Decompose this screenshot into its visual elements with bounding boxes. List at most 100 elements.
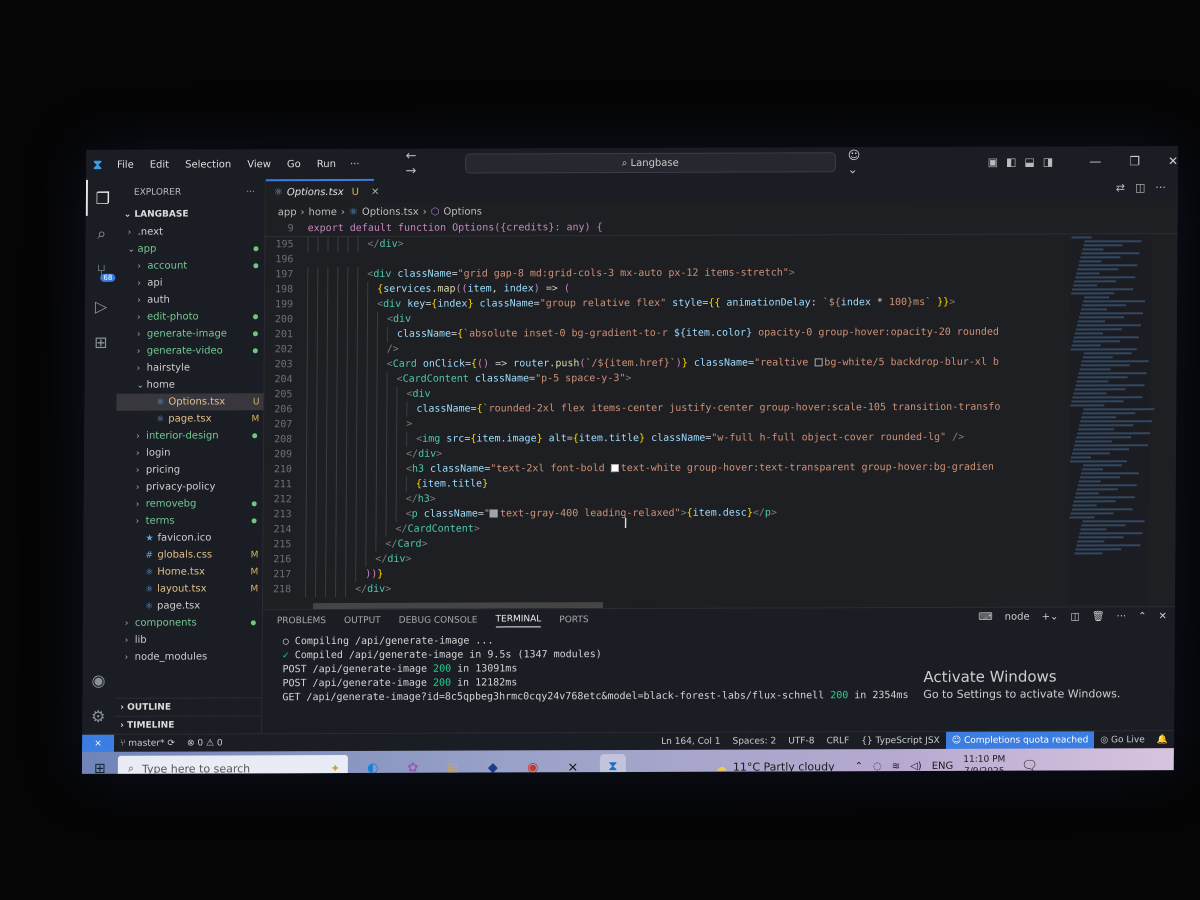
search-icon[interactable]: ⌕ — [85, 216, 117, 252]
maximize-panel-icon[interactable]: ⌃ — [1138, 611, 1146, 622]
tree-folder[interactable]: › auth — [117, 291, 264, 309]
close-panel-icon[interactable]: ✕ — [1158, 611, 1166, 622]
file-explorer-icon[interactable]: ▤ — [440, 755, 466, 774]
copilot-icon[interactable]: ☺⌄ — [848, 148, 868, 176]
tree-file[interactable]: # globals.css M — [115, 546, 262, 564]
network-icon[interactable]: ◌ — [873, 761, 882, 772]
tree-file[interactable]: ⚛ Home.tsx M — [115, 563, 262, 581]
problems-status[interactable]: ⊗ 0 ⚠ 0 — [181, 738, 229, 748]
tree-folder[interactable]: › api — [117, 274, 264, 292]
explorer-icon[interactable]: ❐ — [85, 179, 118, 216]
extensions-icon[interactable]: ⊞ — [85, 324, 117, 360]
tree-folder[interactable]: › edit-photo — [117, 308, 264, 326]
timeline-section[interactable]: › TIMELINE — [114, 715, 262, 734]
menu-run[interactable]: Run — [309, 158, 344, 170]
toggle-sidebar-icon[interactable]: ◧ — [1006, 155, 1016, 168]
vscode-taskbar-icon[interactable]: ⧗ — [599, 754, 626, 774]
weather-widget[interactable]: ☁ 11°C Partly cloudy — [716, 760, 835, 773]
workspace-section[interactable]: ⌄ LANGBASE — [118, 205, 265, 224]
tree-folder[interactable]: › privacy-policy — [116, 478, 263, 496]
outline-section[interactable]: › OUTLINE — [114, 697, 262, 716]
more-icon[interactable]: ··· — [1117, 611, 1127, 622]
breadcrumb-file[interactable]: Options.tsx — [362, 206, 419, 217]
taskbar-search[interactable]: ⌕ Type here to search ✦ — [117, 754, 348, 774]
command-center-search[interactable]: ⌕ Langbase — [464, 152, 836, 174]
tree-folder[interactable]: › hairstyle — [117, 359, 264, 377]
notification-center-icon[interactable]: 🗨 — [1021, 758, 1038, 773]
tree-file[interactable]: ⚛ layout.tsx M — [115, 580, 262, 598]
tree-folder[interactable]: › .next — [118, 223, 265, 241]
tree-file[interactable]: ⚛ Options.tsx U — [116, 393, 264, 411]
tree-folder[interactable]: › generate-image — [117, 325, 264, 343]
copilot-quota-status[interactable]: ☺ Completions quota reached — [945, 730, 1095, 750]
close-tab-icon[interactable]: ✕ — [371, 186, 379, 197]
code-view[interactable]: 195 </div> 196 197 <div className="grid gap-… — [263, 234, 1177, 598]
menu-go[interactable]: Go — [279, 159, 309, 170]
tab-output[interactable]: OUTPUT — [344, 616, 381, 626]
chrome-icon[interactable]: ◉ — [520, 754, 546, 774]
remote-icon[interactable]: ⨯ — [81, 734, 115, 753]
menu-more[interactable]: ··· — [344, 158, 366, 169]
tree-folder[interactable]: › removebg — [116, 495, 263, 513]
tree-folder[interactable]: › components — [115, 614, 262, 632]
indentation[interactable]: Spaces: 2 — [726, 736, 782, 746]
menu-file[interactable]: File — [109, 159, 142, 170]
restore-icon[interactable]: ❐ — [1129, 154, 1140, 168]
tree-folder[interactable]: › pricing — [116, 461, 263, 479]
edge-icon[interactable]: ◐ — [360, 755, 386, 774]
tree-file[interactable]: ⚛ page.tsx M — [116, 410, 263, 428]
breadcrumb-app[interactable]: app — [278, 207, 297, 218]
tree-folder[interactable]: › account — [117, 257, 264, 275]
line-endings[interactable]: CRLF — [820, 736, 855, 746]
toggle-secondary-sidebar-icon[interactable]: ◨ — [1043, 155, 1053, 168]
clock[interactable]: 11:10 PM 7/9/2025 — [963, 754, 1005, 774]
tab-terminal[interactable]: TERMINAL — [495, 613, 542, 627]
tree-folder[interactable]: › login — [116, 444, 263, 462]
menu-selection[interactable]: Selection — [177, 159, 239, 170]
tree-folder[interactable]: › interior-design — [116, 427, 263, 445]
language-indicator[interactable]: ENG — [932, 760, 954, 771]
menu-view[interactable]: View — [239, 159, 279, 170]
tree-folder[interactable]: › node_modules — [115, 648, 262, 666]
tree-file[interactable]: ★ favicon.ico — [115, 529, 262, 547]
copilot-app-icon[interactable]: ✿ — [400, 755, 426, 774]
language-mode[interactable]: {} TypeScript JSX — [855, 735, 946, 745]
tree-folder[interactable]: › terms — [116, 512, 263, 530]
open-changes-icon[interactable]: ⇄ — [1116, 181, 1125, 194]
go-live-button[interactable]: ◎ Go Live — [1094, 735, 1151, 745]
split-terminal-icon[interactable]: ◫ — [1070, 611, 1080, 622]
explorer-more-icon[interactable]: ··· — [246, 187, 255, 197]
tree-folder[interactable]: ⌄ app — [117, 240, 264, 258]
settings-gear-icon[interactable]: ⚙ — [82, 698, 114, 734]
tree-folder[interactable]: ⌄ home — [116, 376, 263, 394]
encoding[interactable]: UTF-8 — [782, 736, 820, 746]
notifications-bell-icon[interactable]: 🔔 — [1151, 735, 1174, 745]
capcut-icon[interactable]: ⨯ — [560, 754, 586, 774]
menu-edit[interactable]: Edit — [142, 159, 177, 170]
account-icon[interactable]: ◉ — [82, 662, 114, 698]
kill-terminal-icon[interactable]: 🗑 — [1092, 611, 1105, 622]
tree-folder[interactable]: › lib — [115, 631, 262, 649]
close-icon[interactable]: ✕ — [1168, 154, 1178, 168]
breadcrumb-symbol[interactable]: Options — [443, 206, 482, 217]
dropbox-icon[interactable]: ◆ — [480, 754, 506, 774]
wifi-icon[interactable]: ≋ — [892, 761, 900, 772]
tray-expand-icon[interactable]: ⌃ — [855, 761, 863, 772]
tree-file[interactable]: ⚛ page.tsx — [115, 597, 262, 615]
source-control-icon[interactable]: ⑂ 68 — [85, 252, 117, 288]
breadcrumb-home[interactable]: home — [309, 207, 337, 218]
tree-folder[interactable]: › generate-video — [117, 342, 264, 360]
customize-layout-icon[interactable]: ▣ — [988, 155, 998, 168]
branch-status[interactable]: ⑂ master* ⟳ — [114, 738, 181, 748]
windows-start-icon[interactable]: ⊞ — [82, 761, 118, 774]
more-actions-icon[interactable]: ··· — [1155, 181, 1166, 194]
run-debug-icon[interactable]: ▷ — [85, 288, 117, 324]
minimize-icon[interactable]: — — [1089, 154, 1101, 168]
minimap[interactable] — [1068, 234, 1155, 605]
tab-debug-console[interactable]: DEBUG CONSOLE — [399, 616, 478, 626]
toggle-panel-icon[interactable]: ⬓ — [1024, 155, 1034, 168]
cursor-position[interactable]: Ln 164, Col 1 — [655, 736, 726, 746]
tab-ports[interactable]: PORTS — [559, 615, 588, 625]
volume-icon[interactable]: ◁) — [910, 760, 922, 771]
tab-options-tsx[interactable]: ⚛ Options.tsx U ✕ — [265, 178, 379, 204]
